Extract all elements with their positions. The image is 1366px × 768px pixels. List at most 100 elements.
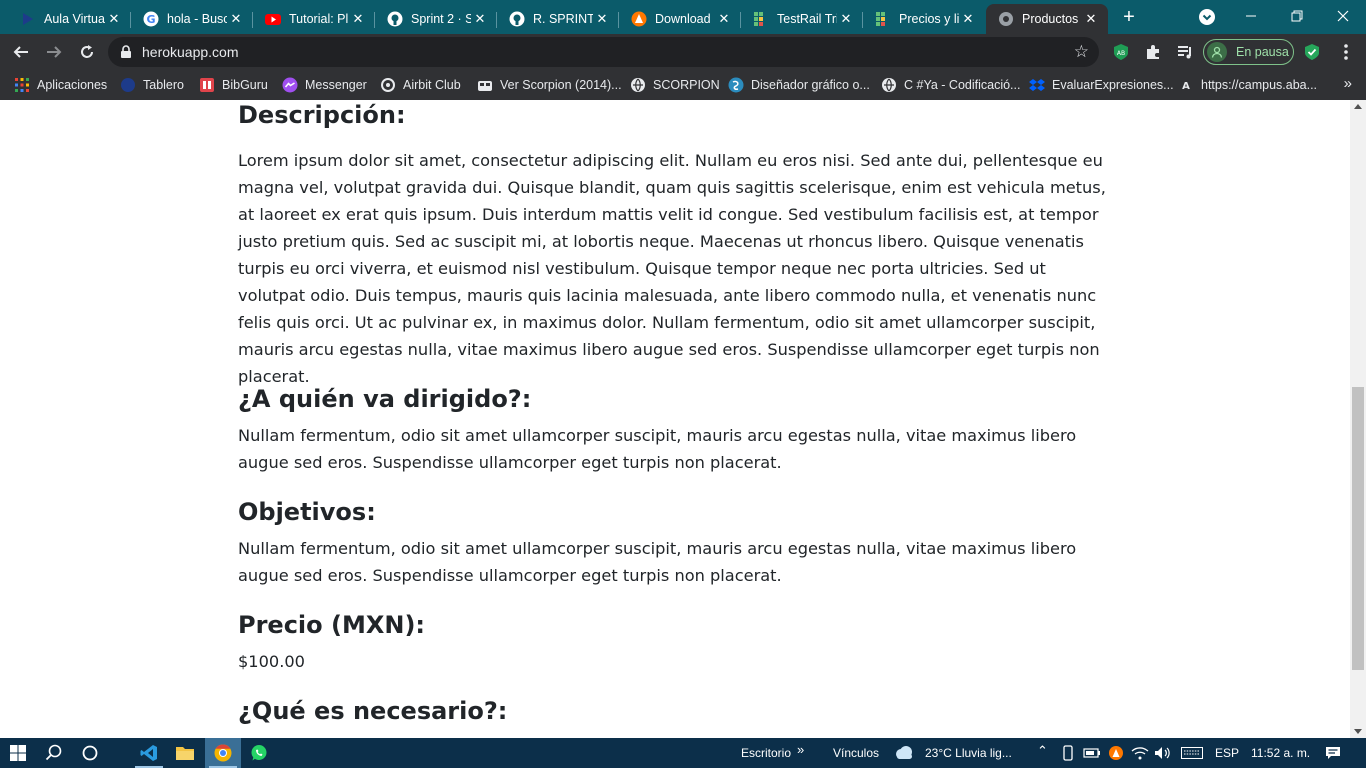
bookmarks-bar: Aplicaciones Tablero BibGuru Messenger A… (0, 70, 1366, 100)
folder-icon (176, 747, 194, 760)
scrollbar-thumb[interactable] (1352, 387, 1364, 670)
bookmark-label: Messenger (305, 78, 367, 92)
bookmark-evaluar-expresiones[interactable]: EvaluarExpresiones... (1029, 76, 1174, 94)
taskbar-vscode[interactable] (131, 738, 167, 768)
page-scrollbar[interactable] (1350, 100, 1366, 738)
scroll-up-arrow-icon[interactable] (1354, 104, 1362, 109)
forward-button[interactable] (42, 40, 66, 64)
taskbar-file-explorer[interactable] (167, 738, 203, 768)
bookmark-bibguru[interactable]: BibGuru (199, 76, 268, 94)
extensions-puzzle-icon[interactable] (1143, 42, 1163, 62)
taskbar-whatsapp[interactable] (241, 738, 277, 768)
avast-tray-icon[interactable] (1107, 738, 1125, 768)
escritorio-toolbar[interactable]: Escritorio (741, 746, 791, 760)
bookmark-c-ya[interactable]: C #Ya - Codificació... (881, 76, 1020, 94)
phone-link-tray-icon[interactable] (1060, 738, 1076, 768)
new-tab-button[interactable]: + (1118, 7, 1140, 29)
dirigido-heading: ¿A quién va dirigido?: (238, 385, 532, 413)
close-icon[interactable]: ✕ (349, 10, 367, 28)
taskbar-chrome[interactable] (205, 738, 241, 768)
github-icon (509, 11, 525, 27)
chevron-double-right-icon[interactable]: » (797, 742, 804, 757)
profile-button[interactable]: En pausa (1203, 39, 1294, 65)
close-icon[interactable]: ✕ (593, 10, 611, 28)
bookmark-tablero[interactable]: Tablero (120, 76, 184, 94)
chevron-down-icon (1202, 14, 1212, 21)
keyboard-tray-icon[interactable] (1180, 738, 1204, 768)
adblock-extension-icon[interactable]: AB (1111, 42, 1131, 62)
bookmark-aplicaciones[interactable]: Aplicaciones (14, 76, 107, 94)
weather-text[interactable]: 23°C Lluvia lig... (925, 746, 1012, 760)
campus-icon: A (1178, 77, 1194, 93)
dropbox-icon (1029, 77, 1045, 93)
close-icon[interactable]: ✕ (1082, 10, 1100, 28)
language-indicator[interactable]: ESP (1215, 746, 1239, 760)
bookmark-label: Airbit Club (403, 78, 461, 92)
scorpion-tv-icon (477, 77, 493, 93)
tab-search-button[interactable] (1199, 9, 1215, 25)
avatar (1207, 42, 1227, 62)
scroll-down-arrow-icon[interactable] (1354, 729, 1362, 734)
tab-tutorial[interactable]: Tutorial: Pl ✕ (253, 4, 375, 34)
close-icon[interactable]: ✕ (471, 10, 489, 28)
bookmark-disenador-grafico[interactable]: Diseñador gráfico o... (728, 76, 870, 94)
close-icon[interactable]: ✕ (959, 10, 977, 28)
close-icon[interactable]: ✕ (715, 10, 733, 28)
tab-title: R. SPRINT (533, 12, 593, 26)
bookmark-star-icon[interactable]: ☆ (1074, 42, 1089, 62)
wifi-tray-icon[interactable] (1131, 738, 1149, 768)
battery-tray-icon[interactable] (1083, 738, 1101, 768)
notifications-button[interactable] (1322, 738, 1344, 768)
volume-tray-icon[interactable] (1154, 738, 1172, 768)
minimize-button[interactable] (1228, 0, 1274, 32)
shield-check-extension-icon[interactable] (1302, 42, 1322, 62)
bookmark-label: Diseñador gráfico o... (751, 78, 870, 92)
google-icon: G (143, 11, 159, 27)
back-button[interactable] (9, 40, 33, 64)
tab-productos[interactable]: Productos ✕ (986, 4, 1108, 34)
clock[interactable]: 11:52 a. m. (1251, 746, 1310, 760)
bookmark-scorpion[interactable]: SCORPION (630, 76, 720, 94)
arrow-right-icon (47, 46, 62, 58)
tab-sprint-2[interactable]: Sprint 2 · S ✕ (375, 4, 497, 34)
bookmark-airbit-club[interactable]: Airbit Club (380, 76, 461, 94)
dirigido-text: Nullam fermentum, odio sit amet ullamcor… (238, 426, 1077, 472)
start-button[interactable] (0, 738, 36, 768)
vinculos-toolbar[interactable]: Vínculos (833, 746, 879, 760)
weather-button[interactable] (893, 738, 915, 768)
task-view-button[interactable] (72, 738, 108, 768)
tab-testrail[interactable]: TestRail Tri ✕ (741, 4, 863, 34)
tablero-icon (120, 77, 136, 93)
tab-hola-buscar[interactable]: G hola - Buscar ✕ (131, 4, 253, 34)
media-playlist-icon[interactable] (1175, 42, 1195, 62)
windows-logo-icon (10, 745, 26, 761)
bookmark-ver-scorpion[interactable]: Ver Scorpion (2014)... (477, 76, 622, 94)
precio-heading: Precio (MXN): (238, 611, 426, 639)
tab-download[interactable]: Download ✕ (619, 4, 741, 34)
bookmark-messenger[interactable]: Messenger (282, 76, 367, 94)
svg-text:A: A (1182, 81, 1190, 92)
restore-button[interactable] (1274, 0, 1320, 32)
apps-grid-icon (14, 77, 30, 93)
chevron-up-icon[interactable]: ⌃ (1037, 743, 1048, 759)
reload-button[interactable] (75, 40, 99, 64)
tab-precios[interactable]: Precios y li ✕ (863, 4, 985, 34)
necesario-heading: ¿Qué es necesario?: (238, 697, 508, 725)
address-bar[interactable]: herokuapp.com ☆ (108, 37, 1099, 67)
tab-aula-virtual[interactable]: Aula Virtual ✕ (8, 4, 131, 34)
tab-r-sprint[interactable]: R. SPRINT ✕ (497, 4, 619, 34)
tab-title: Productos (1022, 12, 1079, 26)
close-icon[interactable]: ✕ (105, 10, 123, 28)
close-icon (1337, 10, 1349, 22)
close-icon[interactable]: ✕ (227, 10, 245, 28)
airbit-icon (380, 77, 396, 93)
bookmark-label: https://campus.aba... (1201, 78, 1318, 92)
browser-menu-button[interactable] (1336, 42, 1356, 62)
close-window-button[interactable] (1320, 0, 1366, 32)
tab-title: Download (655, 12, 711, 26)
search-button[interactable] (36, 738, 72, 768)
bookmark-campus[interactable]: A https://campus.aba... (1178, 76, 1317, 94)
chrome-icon (214, 744, 232, 762)
bookmarks-overflow-icon[interactable]: » (1344, 75, 1352, 92)
close-icon[interactable]: ✕ (837, 10, 855, 28)
